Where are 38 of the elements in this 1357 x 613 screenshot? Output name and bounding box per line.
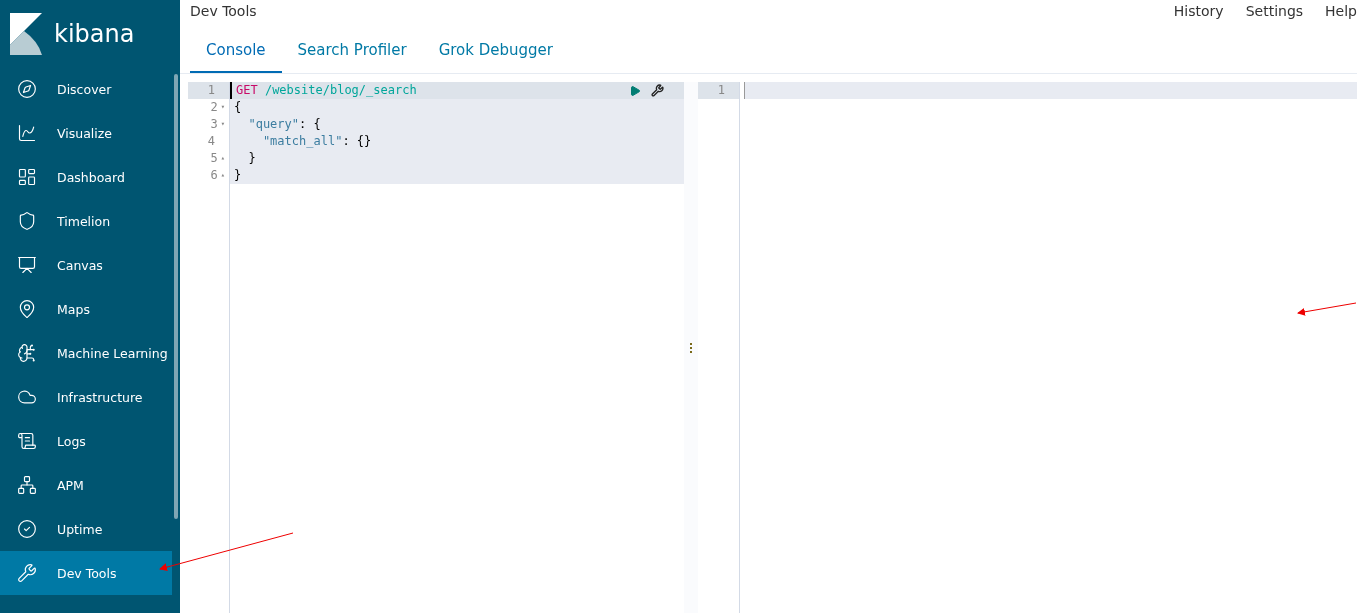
sidebar-item[interactable]: Machine Learning [0, 331, 180, 375]
sidebar-item[interactable]: Maps [0, 287, 180, 331]
presentation-icon [17, 255, 37, 275]
wrench-icon [17, 563, 37, 583]
sidebar-item[interactable]: Dev Tools [0, 551, 172, 595]
sidebar-item[interactable]: Visualize [0, 111, 180, 155]
sidebar-item[interactable]: Uptime [0, 507, 180, 551]
play-button[interactable] [629, 84, 641, 97]
header-link[interactable]: Help [1325, 3, 1357, 23]
sidebar-item[interactable]: Discover [0, 67, 180, 111]
check-circle-icon [17, 519, 37, 539]
sidebar-item[interactable]: Canvas [0, 243, 180, 287]
dashboard-icon [17, 167, 37, 187]
scroll-icon [17, 431, 37, 451]
sidebar-item[interactable]: Logs [0, 419, 180, 463]
line-number: 1 [188, 82, 229, 99]
tab[interactable]: Console [190, 41, 282, 73]
line-chart-icon [17, 123, 37, 143]
tab[interactable]: Search Profiler [281, 41, 423, 73]
brand-name: kibana [54, 19, 135, 48]
compass-icon [17, 79, 37, 99]
sidebar-item[interactable]: Timelion [0, 199, 180, 243]
sidebar-item[interactable]: Dashboard [0, 155, 180, 199]
header-link[interactable]: Settings [1245, 3, 1304, 23]
tab[interactable]: Grok Debugger [422, 41, 569, 73]
page-title: Dev Tools [190, 3, 257, 21]
network-icon [17, 475, 37, 495]
sidebar-item[interactable]: Infrastructure [0, 375, 180, 419]
shield-icon [17, 211, 37, 231]
wrench-button[interactable] [651, 84, 664, 97]
annotation-arrow [1297, 302, 1357, 316]
sidebar-item[interactable]: APM [0, 463, 180, 507]
resize-handle[interactable] [684, 82, 698, 613]
header-link[interactable]: History [1173, 3, 1224, 23]
circuit-icon [17, 343, 37, 363]
logo-icon [10, 12, 42, 55]
line-number: 1 [698, 82, 739, 99]
map-pin-icon [17, 299, 37, 319]
